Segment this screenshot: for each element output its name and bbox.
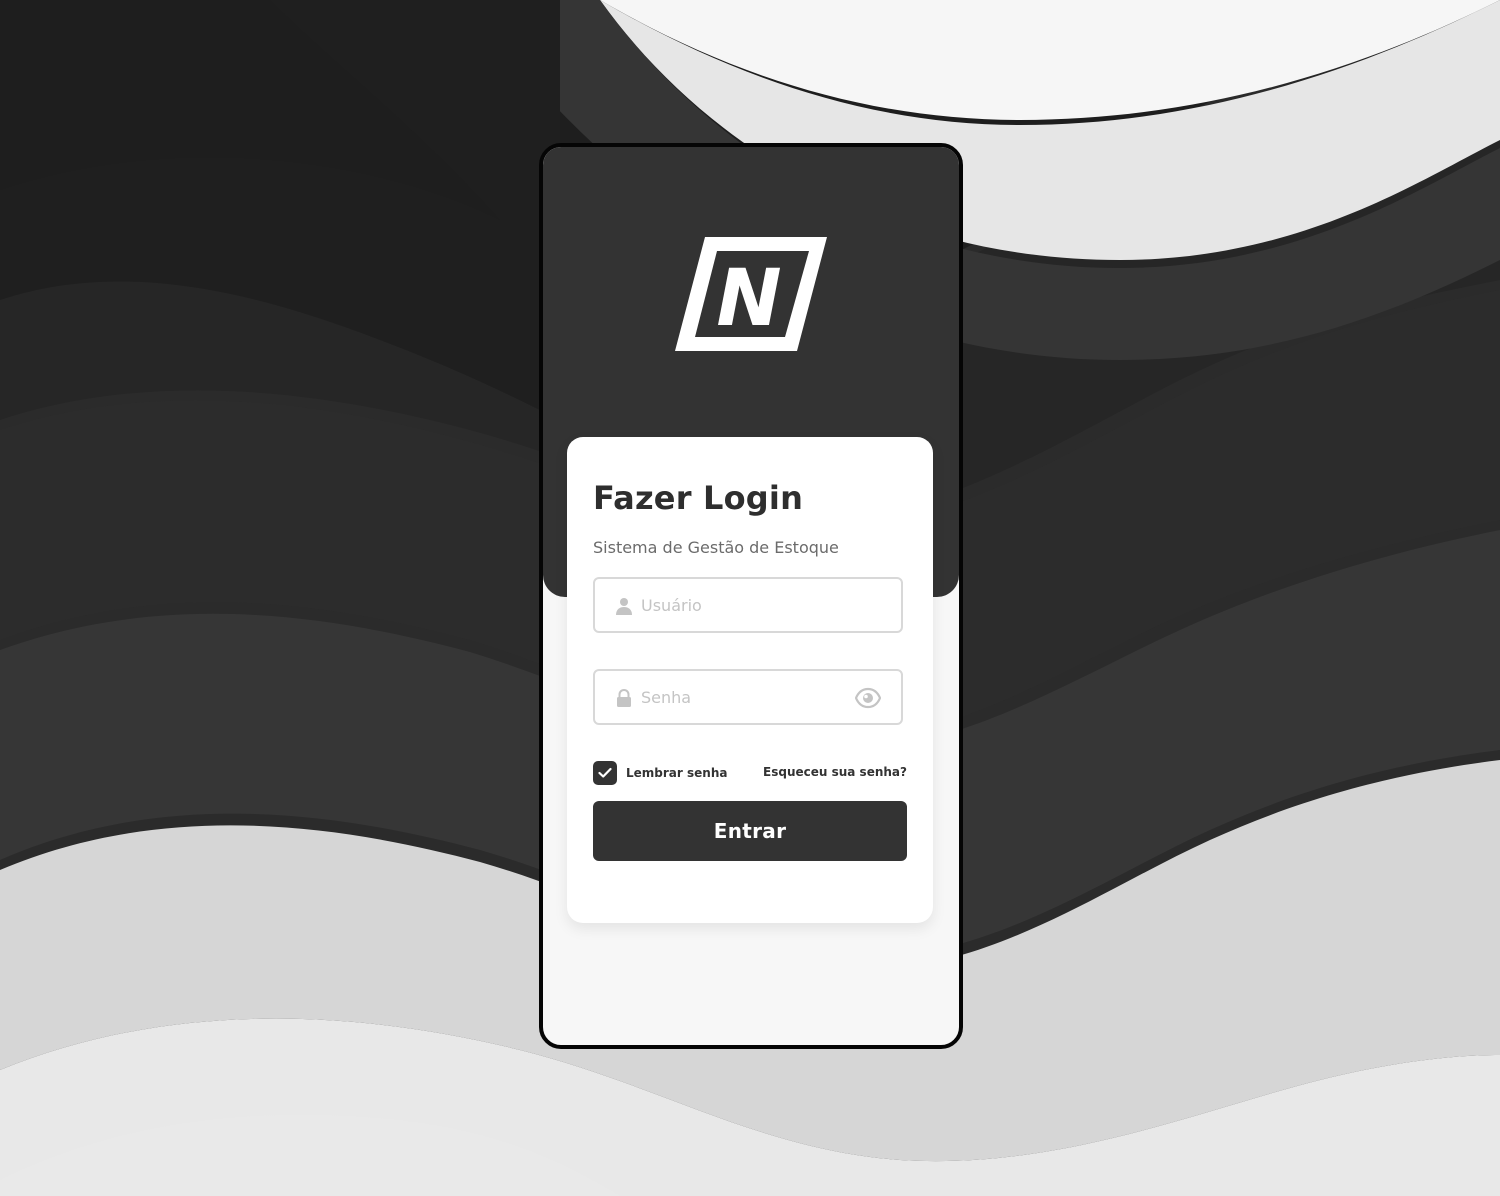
logo-letter: N <box>716 254 781 344</box>
eye-icon[interactable] <box>855 687 881 709</box>
lock-icon <box>617 689 631 707</box>
password-input[interactable] <box>641 671 841 723</box>
forgot-password-link[interactable]: Esqueceu sua senha? <box>763 765 907 779</box>
user-icon <box>616 598 632 615</box>
password-field[interactable] <box>593 669 903 725</box>
brand-logo: N <box>675 237 827 351</box>
phone-frame: N Fazer Login Sistema de Gestão de Estoq… <box>539 143 963 1049</box>
login-button[interactable]: Entrar <box>593 801 907 861</box>
username-input[interactable] <box>641 579 841 631</box>
remember-option: Lembrar senha <box>593 761 727 785</box>
login-screen: N Fazer Login Sistema de Gestão de Estoq… <box>0 0 1500 1196</box>
page-title: Fazer Login <box>593 479 804 517</box>
check-icon <box>598 767 612 778</box>
page-subtitle: Sistema de Gestão de Estoque <box>593 538 839 557</box>
login-card: Fazer Login Sistema de Gestão de Estoque <box>567 437 933 923</box>
remember-checkbox[interactable] <box>593 761 617 785</box>
remember-label[interactable]: Lembrar senha <box>626 766 727 780</box>
username-field[interactable] <box>593 577 903 633</box>
